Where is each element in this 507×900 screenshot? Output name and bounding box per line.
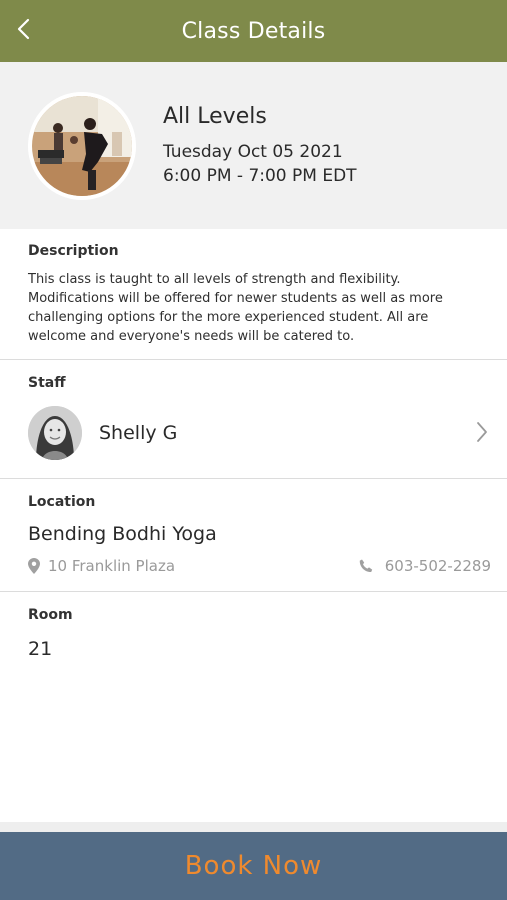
- staff-name: Shelly G: [99, 422, 178, 444]
- book-now-button[interactable]: Book Now: [0, 832, 507, 900]
- staff-label: Staff: [28, 375, 66, 391]
- class-date: Tuesday Oct 05 2021: [163, 142, 343, 162]
- class-details-screen: Class Details All Levels Tuesday Oct 05 …: [0, 0, 507, 900]
- address-link[interactable]: 10 Franklin Plaza: [28, 556, 175, 576]
- room-label: Room: [28, 607, 73, 623]
- header-bar: Class Details: [0, 0, 507, 62]
- class-photo: [28, 92, 136, 200]
- staff-row[interactable]: Shelly G: [0, 400, 507, 466]
- page-title: Class Details: [181, 19, 326, 44]
- location-label: Location: [28, 494, 96, 510]
- divider: [0, 478, 507, 479]
- avatar: [28, 406, 82, 460]
- location-name: Bending Bodhi Yoga: [28, 523, 217, 545]
- phone-link[interactable]: 603-502-2289: [359, 556, 491, 576]
- room-value: 21: [28, 638, 53, 660]
- phone-icon: [359, 559, 385, 573]
- phone-text: 603-502-2289: [384, 557, 491, 575]
- bottom-strip: [0, 822, 507, 832]
- description-label: Description: [28, 243, 119, 259]
- address-text: 10 Franklin Plaza: [48, 557, 176, 575]
- map-pin-icon: [28, 558, 48, 574]
- description-text: This class is taught to all levels of st…: [28, 272, 443, 344]
- class-time: 6:00 PM - 7:00 PM EDT: [163, 166, 357, 186]
- class-summary: All Levels Tuesday Oct 05 2021 6:00 PM -…: [0, 62, 507, 229]
- chevron-right-icon: [475, 420, 489, 444]
- divider: [0, 591, 507, 592]
- class-level: All Levels: [163, 104, 267, 129]
- divider: [0, 359, 507, 360]
